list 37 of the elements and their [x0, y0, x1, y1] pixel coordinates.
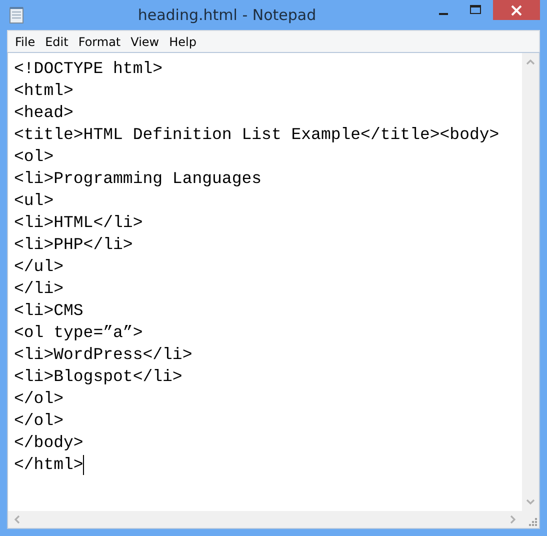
menu-item[interactable]: File — [10, 32, 40, 50]
notepad-icon — [9, 6, 25, 24]
menu-item[interactable]: Edit — [40, 32, 74, 50]
horizontal-scrollbar[interactable] — [8, 511, 522, 528]
code-line: </li> — [14, 278, 64, 300]
code-line: <li>WordPress</li> — [14, 344, 192, 366]
window-title: heading.html - Notepad — [136, 4, 318, 26]
scroll-up-icon[interactable] — [526, 59, 535, 65]
menu-item[interactable]: View — [126, 32, 164, 50]
close-button[interactable] — [493, 0, 540, 20]
resize-grip-icon[interactable] — [529, 518, 537, 526]
code-line: <li>PHP</li> — [14, 234, 133, 256]
code-line: <html> — [14, 80, 74, 102]
code-line: <ol type=”a”> — [14, 322, 143, 344]
menu-item[interactable]: Format — [73, 32, 126, 50]
code-line: </ol> — [14, 410, 64, 432]
scroll-right-icon[interactable] — [510, 515, 516, 524]
code-line: </ol> — [14, 388, 64, 410]
code-line: <title>HTML Definition List Example</title><body> — [14, 124, 500, 146]
code-line: <li>CMS — [14, 300, 84, 322]
code-line: </html> — [14, 454, 84, 476]
code-line: <li>HTML</li> — [14, 212, 143, 234]
scroll-left-icon[interactable] — [14, 515, 20, 524]
code-line: <ul> — [14, 190, 54, 212]
menu-item[interactable]: Help — [164, 32, 202, 50]
scroll-down-icon[interactable] — [526, 499, 535, 505]
vertical-scrollbar[interactable] — [522, 53, 539, 511]
code-line: <!DOCTYPE html> — [14, 58, 163, 80]
code-line: <li>Programming Languages — [14, 168, 262, 190]
code-line: <head> — [14, 102, 74, 124]
code-line: </ul> — [14, 256, 64, 278]
code-line: <ol> — [14, 146, 54, 168]
minimize-icon — [438, 12, 448, 14]
code-line: <li>Blogspot</li> — [14, 366, 182, 388]
maximize-icon — [470, 5, 480, 15]
close-icon — [511, 4, 522, 16]
code-line: </body> — [14, 432, 84, 454]
